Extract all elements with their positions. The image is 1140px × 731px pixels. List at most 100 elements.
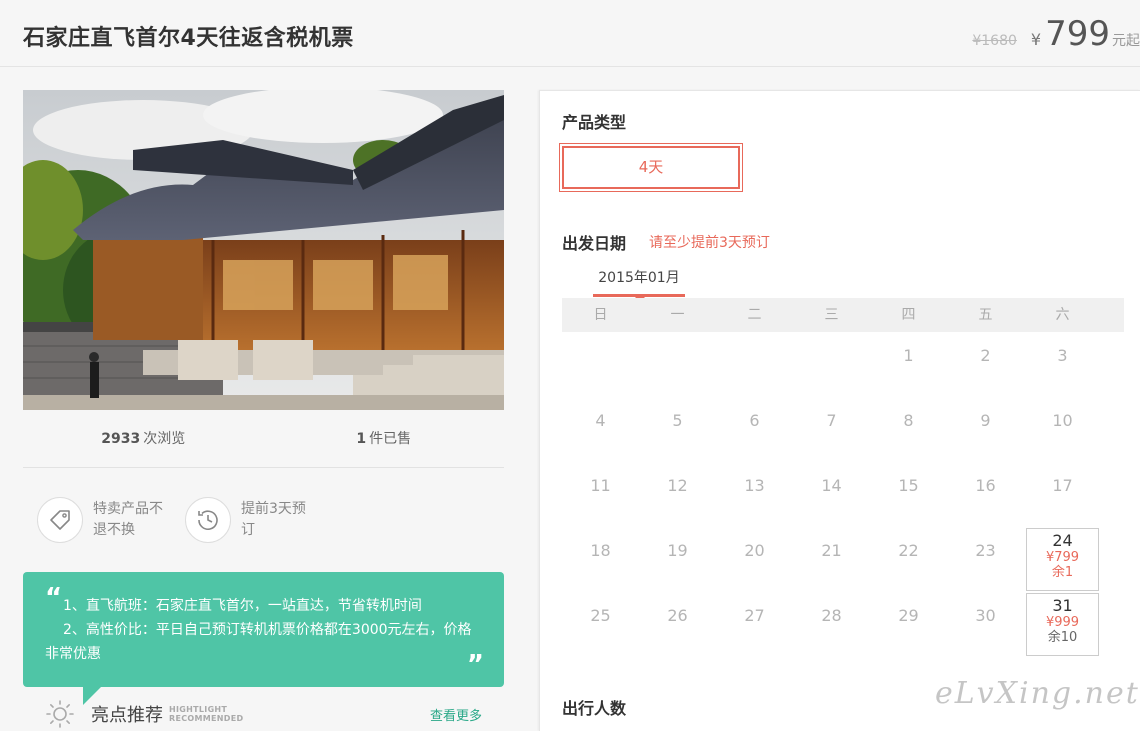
price-box: ¥1680 ¥ 799 元起: [972, 14, 1140, 54]
day-price: ¥799: [1045, 550, 1080, 565]
quote-line: 2、高性价比：平日自己预订转机机票价格都在3000元左右，价格: [63, 622, 472, 638]
calendar-week-row: 25 26 27 28 29 30 31 ¥999 余10: [562, 592, 1124, 657]
price-suffix: 元起: [1112, 33, 1140, 49]
calendar-day: 5: [672, 411, 683, 430]
sun-icon: [46, 700, 74, 728]
stats-bar: 2933 次浏览 1 件已售: [23, 410, 504, 468]
calendar-day: 15: [898, 476, 919, 495]
calendar-day: 19: [667, 541, 688, 560]
views-stat: 2933 次浏览: [23, 410, 264, 467]
sold-label: 件已售: [369, 431, 412, 447]
booking-note: 请至少提前3天预订: [649, 235, 770, 251]
weekday-label: 三: [824, 307, 839, 323]
calendar-empty-cell: [639, 332, 716, 397]
calendar-day: 20: [744, 541, 765, 560]
feature-advance-booking: 提前3天预订: [185, 497, 315, 543]
highlight-title: 亮点推荐: [91, 705, 163, 726]
calendar-day: 12: [667, 476, 688, 495]
views-label: 次浏览: [143, 431, 186, 447]
weekday-label: 二: [747, 307, 762, 323]
weekday-label: 六: [1055, 307, 1070, 323]
highlight-en-label: HIGHTLIGHT RECOMMENDED: [169, 705, 243, 723]
calendar-day: 8: [903, 411, 914, 430]
product-type-label: 产品类型: [562, 113, 627, 132]
highlight-en-line1: HIGHTLIGHT: [169, 705, 228, 714]
palace-photo-illustration: [23, 90, 504, 410]
calendar-day: 6: [749, 411, 760, 430]
header: 石家庄直飞首尔4天往返含税机票 ¥1680 ¥ 799 元起: [0, 0, 1140, 67]
calendar-day: 14: [821, 476, 842, 495]
calendar-week-row: 11 12 13 14 15 16 17: [562, 462, 1124, 527]
clock-history-icon: [185, 497, 231, 543]
calendar-day: 23: [975, 541, 996, 560]
calendar-day: 30: [975, 606, 996, 625]
highlight-quote: “ 1、直飞航班：石家庄直飞首尔，一站直达，节省转机时间 2、高性价比：平日自己…: [23, 572, 504, 705]
calendar-day[interactable]: 24 ¥799 余1: [1026, 528, 1099, 591]
calendar-day: 17: [1052, 476, 1073, 495]
calendar-week-row: 1 2 3: [562, 332, 1124, 397]
calendar-week-row: 4 5 6 7 8 9 10: [562, 397, 1124, 462]
calendar-day: 29: [898, 606, 919, 625]
page-title: 石家庄直飞首尔4天往返含税机票: [23, 26, 354, 51]
weekday-label: 四: [901, 307, 916, 323]
calendar-day: 21: [821, 541, 842, 560]
calendar-day: 9: [980, 411, 991, 430]
feature-no-refund: 特卖产品不退不换: [37, 497, 167, 543]
calendar-day[interactable]: 31 ¥999 余10: [1026, 593, 1099, 656]
feature-text: 特卖产品不退不换: [93, 501, 163, 538]
calendar-grid: 1 2 3 4 5 6 7 8 9 10 11 12 13 14 15 16 17 18 19 20 21 22 23 24 ¥…: [562, 332, 1124, 657]
weekday-label: 五: [978, 307, 993, 323]
booking-panel: 产品类型 4天 出发日期 请至少提前3天预订 2015年01月 日 一 二 三 …: [539, 90, 1140, 731]
day-price: ¥999: [1045, 615, 1080, 630]
departure-date-label: 出发日期: [562, 234, 627, 253]
feature-text: 提前3天预订: [241, 501, 306, 538]
weekday-label: 日: [593, 307, 608, 323]
calendar-day: 27: [744, 606, 765, 625]
travelers-label: 出行人数: [562, 699, 627, 718]
calendar-day: 7: [826, 411, 837, 430]
views-count: 2933: [101, 431, 141, 447]
close-quote-icon: ”: [466, 650, 484, 680]
product-photo[interactable]: [23, 90, 504, 410]
calendar-day: 2: [980, 346, 991, 365]
currency-symbol: ¥: [1030, 30, 1042, 49]
calendar-day: 13: [744, 476, 765, 495]
original-price: ¥1680: [972, 33, 1017, 49]
sold-count: 1: [356, 431, 367, 447]
day-number: 24: [1052, 531, 1073, 550]
month-label: 2015年01月: [598, 270, 680, 286]
calendar-day: 16: [975, 476, 996, 495]
current-price: 799: [1045, 14, 1110, 54]
day-remaining: 余10: [1047, 630, 1078, 645]
see-more-link[interactable]: 查看更多: [430, 705, 482, 724]
calendar-day: 10: [1052, 411, 1073, 430]
watermark: eLvXing.net: [935, 676, 1140, 711]
highlight-header: 亮点推荐 HIGHTLIGHT RECOMMENDED 查看更多: [23, 696, 504, 731]
calendar-day: 25: [590, 606, 611, 625]
calendar-empty-cell: [793, 332, 870, 397]
calendar-day: 4: [595, 411, 606, 430]
calendar-day: 26: [667, 606, 688, 625]
month-tab[interactable]: 2015年01月: [593, 267, 685, 302]
highlight-en-line2: RECOMMENDED: [169, 714, 244, 723]
calendar-day: 28: [821, 606, 842, 625]
calendar-day: 11: [590, 476, 611, 495]
day-number: 31: [1052, 596, 1073, 615]
day-remaining: 余1: [1051, 565, 1074, 580]
calendar-day: 1: [903, 346, 914, 365]
calendar-week-row: 18 19 20 21 22 23 24 ¥799 余1: [562, 527, 1124, 592]
calendar-day: 18: [590, 541, 611, 560]
product-info-panel: 2933 次浏览 1 件已售 特卖产品不退不换 提前3天预订 “ 1、直飞航班：…: [23, 90, 504, 728]
calendar-day: 3: [1057, 346, 1068, 365]
features-row: 特卖产品不退不换 提前3天预订: [23, 468, 504, 572]
quote-line: 1、直飞航班：石家庄直飞首尔，一站直达，节省转机时间: [63, 598, 422, 614]
open-quote-icon: “: [45, 583, 63, 613]
calendar-empty-cell: [562, 332, 639, 397]
calendar-day: 22: [898, 541, 919, 560]
weekday-header: 日 一 二 三 四 五 六: [562, 298, 1124, 332]
tag-icon: [37, 497, 83, 543]
sold-stat: 1 件已售: [264, 410, 505, 467]
product-type-option[interactable]: 4天: [559, 143, 743, 192]
weekday-label: 一: [670, 307, 685, 323]
calendar-empty-cell: [716, 332, 793, 397]
